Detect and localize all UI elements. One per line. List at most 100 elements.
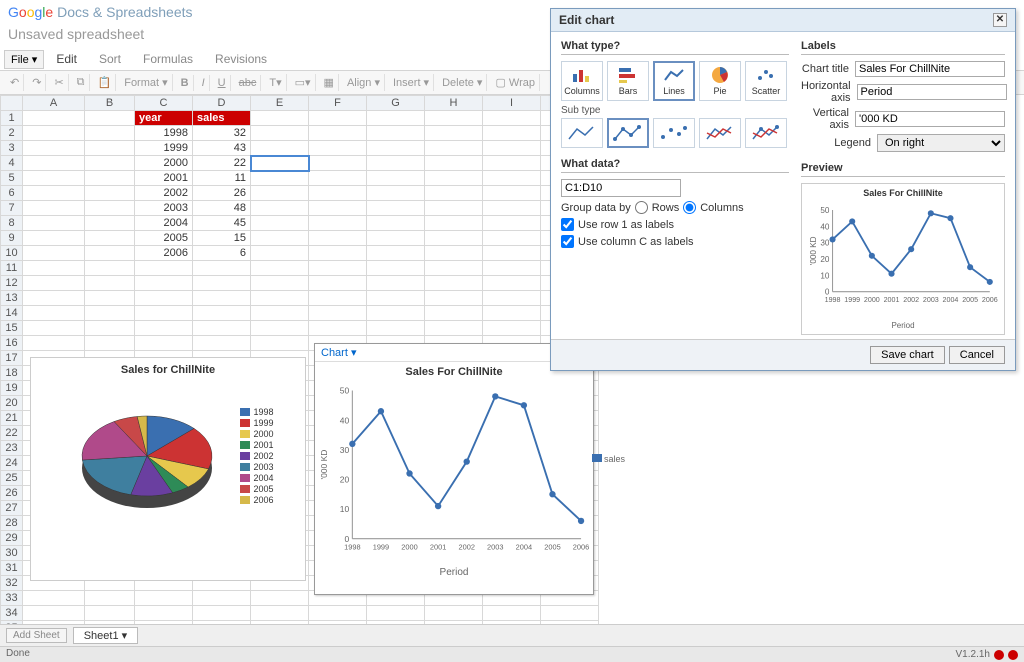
svg-text:10: 10 (820, 271, 830, 280)
cut-icon[interactable]: ✂ (50, 74, 68, 91)
line-subtype-2[interactable] (653, 118, 695, 148)
status-left: Done (6, 648, 30, 661)
v-axis-input[interactable] (855, 111, 1005, 127)
line-legend: sales (592, 454, 625, 464)
preview-label: Preview (801, 162, 1005, 177)
preview-box: Sales For ChillNite 01020304050'000 KD19… (801, 183, 1005, 335)
copy-icon[interactable]: ⧉ (73, 74, 90, 91)
status-version: V1.2.1h (956, 649, 990, 660)
align-menu[interactable]: Align ▾ (343, 74, 385, 91)
line-graphic: 01020304050'000 KD1998199920002001200220… (315, 382, 593, 562)
svg-text:2001: 2001 (884, 296, 900, 304)
tab-formulas[interactable]: Formulas (133, 48, 203, 70)
svg-text:2002: 2002 (458, 542, 474, 551)
embedded-line-chart[interactable]: Chart ▾ Sales For ChillNite 01020304050'… (314, 343, 594, 595)
svg-text:2005: 2005 (544, 542, 560, 551)
line-xlabel: Period (315, 565, 593, 580)
wrap-toggle[interactable]: ▢ Wrap (491, 74, 540, 91)
svg-text:2003: 2003 (923, 296, 939, 304)
svg-text:2004: 2004 (516, 542, 532, 551)
insert-menu[interactable]: Insert ▾ (389, 74, 434, 91)
line-subtype-4[interactable] (745, 118, 787, 148)
tab-sort[interactable]: Sort (89, 48, 131, 70)
bgcolor-icon[interactable]: ▭▾ (291, 74, 316, 91)
add-sheet-button[interactable]: Add Sheet (6, 628, 67, 643)
paste-icon[interactable]: 📋 (94, 74, 117, 91)
svg-text:2006: 2006 (982, 296, 998, 304)
svg-text:2000: 2000 (864, 296, 880, 304)
close-icon[interactable]: ✕ (993, 13, 1007, 27)
svg-text:2001: 2001 (430, 542, 446, 551)
svg-text:1999: 1999 (373, 542, 389, 551)
svg-text:50: 50 (340, 386, 350, 396)
sheet-tab-1[interactable]: Sheet1 ▾ (73, 627, 138, 644)
italic-icon[interactable]: I (198, 75, 210, 91)
delete-menu[interactable]: Delete ▾ (438, 74, 487, 91)
svg-text:2002: 2002 (903, 296, 919, 304)
tab-edit[interactable]: Edit (46, 48, 87, 70)
svg-text:2005: 2005 (962, 296, 978, 304)
use-row1-checkbox[interactable] (561, 218, 574, 231)
pie-title: Sales for ChillNite (31, 358, 305, 382)
sheet-tabs-bar: Add Sheet Sheet1 ▾ (0, 624, 1024, 646)
textcolor-icon[interactable]: T▾ (265, 74, 286, 91)
redo-icon[interactable]: ↷ (28, 74, 46, 91)
svg-text:2004: 2004 (943, 296, 959, 304)
line-subtype-3[interactable] (699, 118, 741, 148)
edit-chart-dialog: Edit chart ✕ What type? ColumnsBarsLines… (550, 8, 1016, 371)
svg-text:2003: 2003 (487, 542, 503, 551)
svg-text:1999: 1999 (844, 296, 860, 304)
embedded-pie-chart[interactable]: Sales for ChillNite 19981999200020012002… (30, 357, 306, 581)
svg-text:30: 30 (820, 239, 830, 248)
chart-type-columns[interactable]: Columns (561, 61, 603, 101)
dialog-title: Edit chart (559, 13, 614, 27)
status-indicator-icon (1008, 650, 1018, 660)
brand: Google Docs & Spreadsheets (8, 4, 193, 20)
borders-icon[interactable]: ▦ (320, 74, 339, 91)
what-type-label: What type? (561, 40, 789, 55)
svg-text:1998: 1998 (825, 296, 841, 304)
svg-text:50: 50 (820, 206, 830, 215)
group-rows-radio[interactable] (635, 201, 648, 214)
save-chart-button[interactable]: Save chart (870, 346, 945, 364)
line-subtype-0[interactable] (561, 118, 603, 148)
svg-text:1998: 1998 (344, 542, 360, 551)
chart-type-pie[interactable]: Pie (699, 61, 741, 101)
svg-text:'000 KD: '000 KD (809, 236, 818, 265)
svg-text:'000 KD: '000 KD (319, 450, 329, 480)
chart-type-bars[interactable]: Bars (607, 61, 649, 101)
line-subtype-1[interactable] (607, 118, 649, 148)
chart-type-scatter[interactable]: Scatter (745, 61, 787, 101)
svg-text:30: 30 (340, 445, 350, 455)
what-data-label: What data? (561, 158, 789, 173)
status-indicator-icon (994, 650, 1004, 660)
svg-text:2000: 2000 (401, 542, 417, 551)
format-menu[interactable]: Format ▾ (120, 74, 172, 91)
tab-revisions[interactable]: Revisions (205, 48, 277, 70)
data-range-input[interactable] (561, 179, 681, 197)
subtype-label: Sub type (561, 105, 789, 116)
cancel-button[interactable]: Cancel (949, 346, 1005, 364)
legend-select[interactable]: On right (877, 134, 1005, 152)
bold-icon[interactable]: B (177, 75, 194, 91)
strike-icon[interactable]: abc (235, 75, 262, 91)
svg-text:40: 40 (820, 222, 830, 231)
group-by-label: Group data by (561, 202, 631, 214)
svg-text:10: 10 (340, 504, 350, 514)
file-menu[interactable]: File ▾ (4, 50, 44, 69)
h-axis-input[interactable] (857, 84, 1007, 100)
group-cols-radio[interactable] (683, 201, 696, 214)
labels-section: Labels (801, 40, 1005, 55)
pie-graphic (62, 386, 232, 526)
pie-legend: 199819992000200120022003200420052006 (240, 406, 273, 506)
undo-icon[interactable]: ↶ (6, 74, 24, 91)
chart-title-input[interactable] (855, 61, 1005, 77)
svg-text:40: 40 (340, 415, 350, 425)
svg-text:2006: 2006 (573, 542, 589, 551)
chart-type-lines[interactable]: Lines (653, 61, 695, 101)
svg-text:20: 20 (820, 255, 830, 264)
underline-icon[interactable]: U (214, 75, 231, 91)
use-colc-checkbox[interactable] (561, 235, 574, 248)
status-bar: Done V1.2.1h (0, 646, 1024, 662)
svg-text:20: 20 (340, 475, 350, 485)
